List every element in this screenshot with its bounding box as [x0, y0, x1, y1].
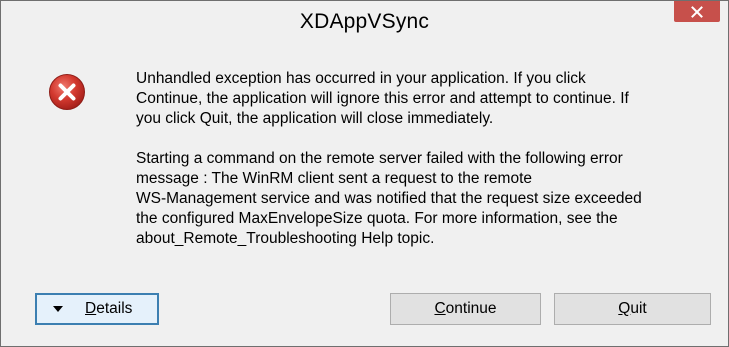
error-details-text: Starting a command on the remote server … [136, 150, 642, 247]
dialog-body: Unhandled exception has occurred in your… [8, 39, 721, 339]
continue-button-label: Continue [434, 300, 497, 317]
dialog-window: XDAppVSync Unhandled exception has occur… [0, 0, 729, 347]
continue-button[interactable]: Continue [390, 293, 541, 325]
close-button[interactable] [674, 1, 720, 22]
quit-button[interactable]: Quit [554, 293, 711, 325]
error-message: Unhandled exception has occurred in your… [136, 69, 706, 249]
quit-button-label: Quit [618, 300, 647, 317]
window-title: XDAppVSync [299, 10, 430, 33]
chevron-down-icon [53, 306, 63, 312]
close-icon [691, 5, 703, 18]
error-summary: Unhandled exception has occurred in your… [136, 70, 629, 127]
title-bar[interactable]: XDAppVSync [1, 1, 728, 39]
details-button[interactable]: Details [35, 293, 159, 325]
error-icon [49, 74, 85, 110]
details-button-label: Details [85, 300, 133, 317]
